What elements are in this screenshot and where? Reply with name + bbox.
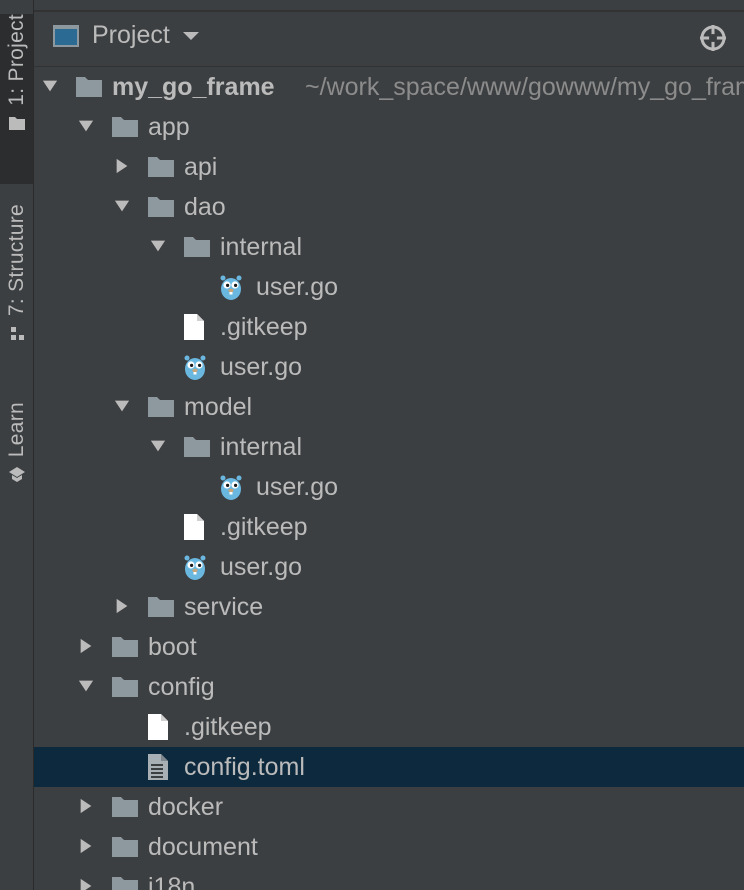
tree-item-label: user.go <box>256 473 339 501</box>
collapsed-arrow-icon[interactable] <box>114 598 130 614</box>
tree-file-row[interactable]: config.toml <box>34 747 744 787</box>
text-file-icon <box>148 754 168 780</box>
tab-learn[interactable]: Learn <box>0 402 33 502</box>
expanded-arrow-icon[interactable] <box>114 198 130 214</box>
expanded-arrow-icon[interactable] <box>150 438 166 454</box>
folder-icon <box>148 597 174 617</box>
tree-folder-row[interactable]: my_go_frame ~/work_space/www/gowww/my_go_… <box>34 67 744 107</box>
tree-folder-row[interactable]: document <box>34 827 744 867</box>
file-icon <box>148 714 168 740</box>
tool-window-strip: 1: Project 7: Structure Learn <box>0 0 34 890</box>
learn-icon <box>8 467 25 483</box>
locate-file-icon[interactable] <box>698 23 728 53</box>
file-icon <box>184 314 204 340</box>
tree-folder-row[interactable]: i18n <box>34 867 744 890</box>
structure-icon <box>10 327 24 341</box>
tree-item-label: dao <box>184 193 226 221</box>
folder-icon <box>8 116 25 130</box>
tree-item-label: config.toml <box>184 753 305 781</box>
view-selector[interactable]: Project <box>52 21 200 50</box>
tree-item-label: .gitkeep <box>184 713 272 741</box>
tree-item-label: user.go <box>220 553 303 581</box>
tree-item-label: document <box>148 833 258 861</box>
tree-file-row[interactable]: user.go <box>34 267 744 307</box>
folder-icon <box>112 877 138 890</box>
tree-folder-row[interactable]: api <box>34 147 744 187</box>
tree-folder-row[interactable]: model <box>34 387 744 427</box>
tree-folder-row[interactable]: internal <box>34 227 744 267</box>
folder-icon <box>148 197 174 217</box>
expanded-arrow-icon[interactable] <box>78 678 94 694</box>
tree-folder-row[interactable]: app <box>34 107 744 147</box>
panel-title: Project <box>92 21 170 49</box>
collapsed-arrow-icon[interactable] <box>78 838 94 854</box>
tree-file-row[interactable]: user.go <box>34 547 744 587</box>
expanded-arrow-icon[interactable] <box>114 398 130 414</box>
collapsed-arrow-icon[interactable] <box>78 638 94 654</box>
tree-file-row[interactable]: .gitkeep <box>34 307 744 347</box>
tab-structure[interactable]: 7: Structure <box>0 204 33 370</box>
project-panel: Project my_go_frame ~/work_space/www/goww… <box>34 0 744 890</box>
project-path-label: ~/work_space/www/gowww/my_go_frame <box>305 73 744 101</box>
tree-item-label: user.go <box>256 273 339 301</box>
expanded-arrow-icon[interactable] <box>42 78 58 94</box>
tree-file-row[interactable]: user.go <box>34 347 744 387</box>
tree-file-row[interactable]: user.go <box>34 467 744 507</box>
project-panel-header: Project <box>34 10 744 67</box>
tree-file-row[interactable]: .gitkeep <box>34 507 744 547</box>
folder-icon <box>184 437 210 457</box>
tab-project[interactable]: 1: Project <box>0 14 33 184</box>
folder-icon <box>112 637 138 657</box>
go-file-icon <box>184 355 206 380</box>
tree-item-label: user.go <box>220 353 303 381</box>
tree-item-label: .gitkeep <box>220 313 308 341</box>
go-file-icon <box>220 275 242 300</box>
folder-icon <box>112 797 138 817</box>
collapsed-arrow-icon[interactable] <box>78 798 94 814</box>
go-file-icon <box>220 475 242 500</box>
tree-item-label: service <box>184 593 264 621</box>
chevron-down-icon <box>182 31 199 40</box>
tree-item-label: i18n <box>148 873 196 890</box>
tree-folder-row[interactable]: dao <box>34 187 744 227</box>
tab-structure-label: 7: Structure <box>4 204 28 317</box>
tree-item-label: api <box>184 153 218 181</box>
tree-folder-row[interactable]: internal <box>34 427 744 467</box>
folder-icon <box>148 397 174 417</box>
expanded-arrow-icon[interactable] <box>78 118 94 134</box>
tree-item-label: config <box>148 673 215 701</box>
project-view-icon <box>53 24 79 47</box>
tree-folder-row[interactable]: config <box>34 667 744 707</box>
file-icon <box>184 514 204 540</box>
tree-folder-row[interactable]: docker <box>34 787 744 827</box>
folder-icon <box>112 837 138 857</box>
tab-learn-label: Learn <box>4 402 28 458</box>
collapsed-arrow-icon[interactable] <box>78 878 94 890</box>
tree-item-label: internal <box>220 233 302 261</box>
tree-item-label: docker <box>148 793 224 821</box>
tree-item-label: my_go_frame <box>112 73 275 101</box>
folder-icon <box>148 157 174 177</box>
expanded-arrow-icon[interactable] <box>150 238 166 254</box>
folder-icon <box>76 77 102 97</box>
folder-icon <box>112 677 138 697</box>
tree-file-row[interactable]: .gitkeep <box>34 707 744 747</box>
tab-project-label: 1: Project <box>4 14 28 106</box>
go-file-icon <box>184 555 206 580</box>
tree-item-label: app <box>148 113 190 141</box>
folder-icon <box>112 117 138 137</box>
tree-folder-row[interactable]: service <box>34 587 744 627</box>
tree-item-label: model <box>184 393 253 421</box>
collapsed-arrow-icon[interactable] <box>114 158 130 174</box>
tree-item-label: .gitkeep <box>220 513 308 541</box>
tree-folder-row[interactable]: boot <box>34 627 744 667</box>
tree-item-label: internal <box>220 433 302 461</box>
tree-item-label: boot <box>148 633 197 661</box>
folder-icon <box>184 237 210 257</box>
